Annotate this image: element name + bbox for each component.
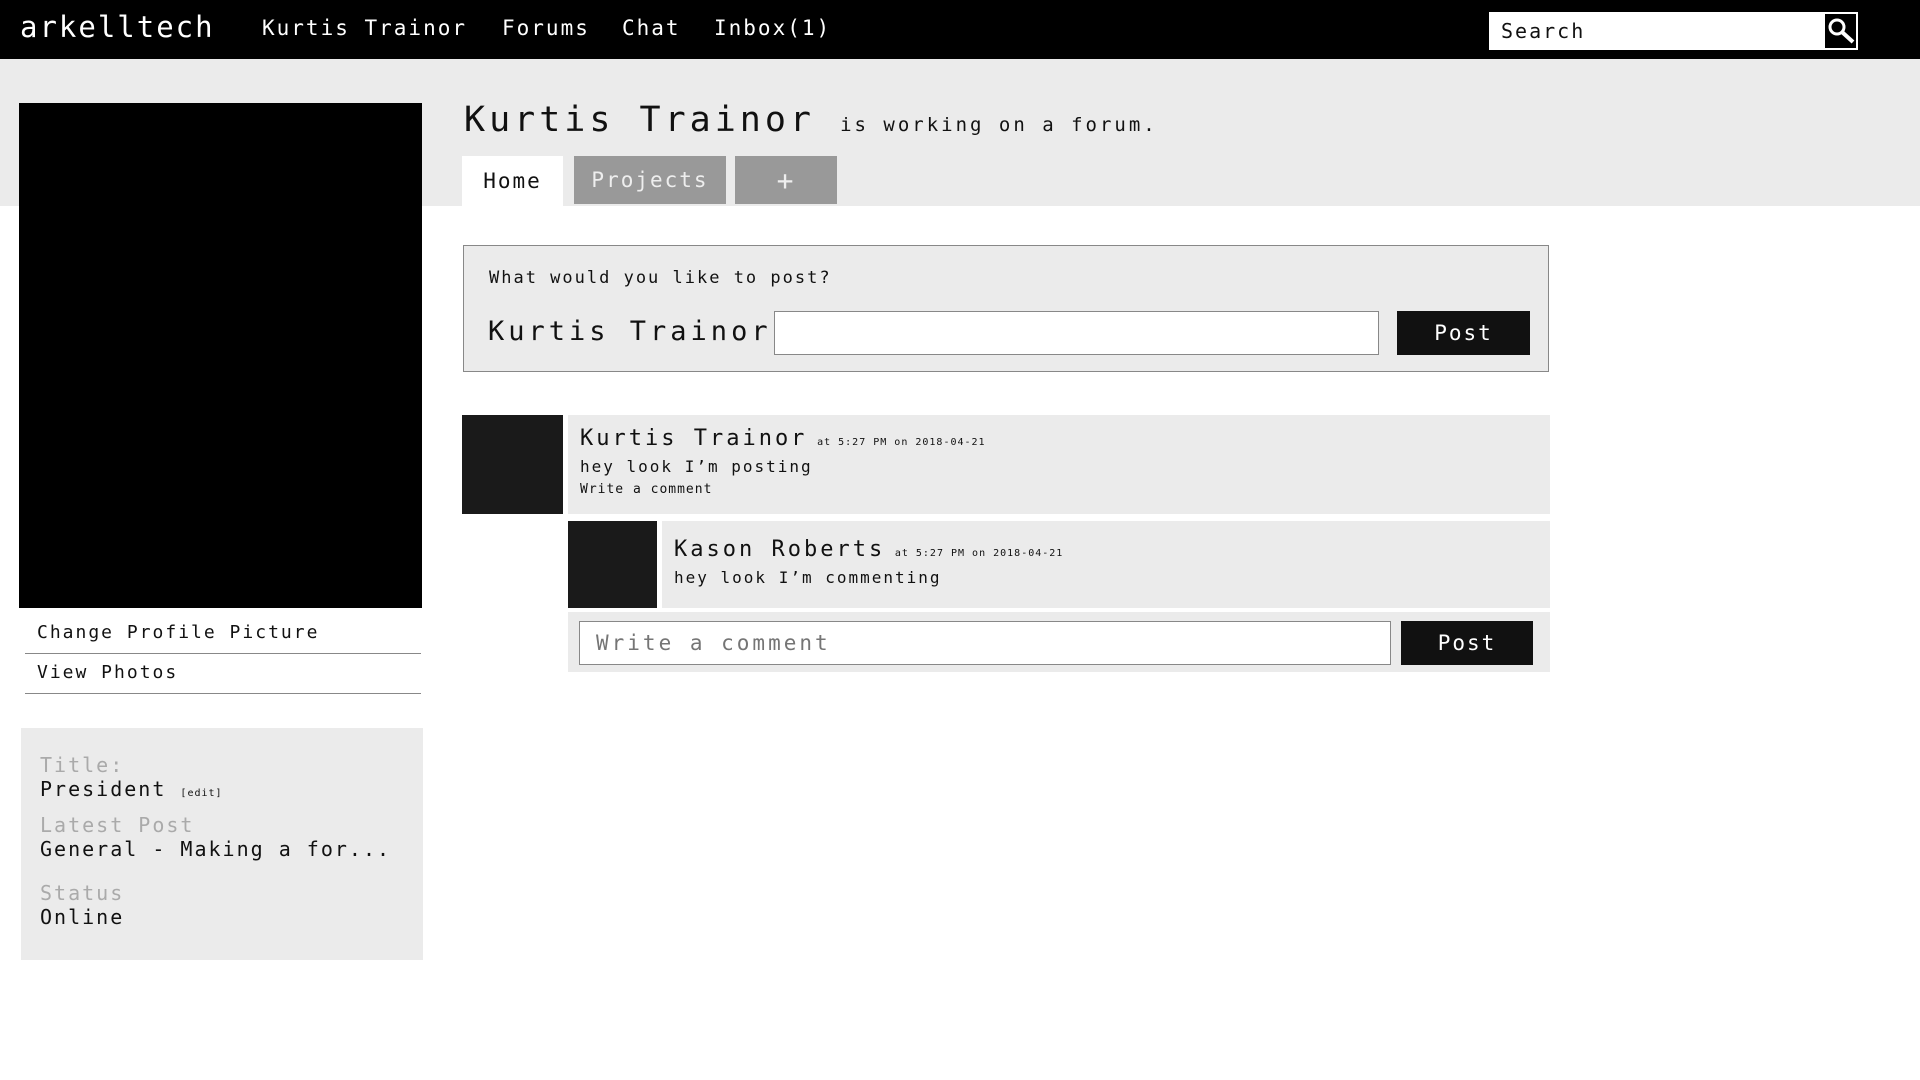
post-body: hey look I’m posting: [580, 457, 813, 476]
post-author[interactable]: Kurtis Trainor: [580, 426, 807, 451]
comment-post-button[interactable]: Post: [1401, 621, 1533, 665]
magnifier-icon: [1828, 18, 1854, 44]
user-status: is working on a forum.: [840, 114, 1158, 136]
avatar: [462, 415, 563, 514]
status-label: Status: [40, 881, 125, 905]
logo[interactable]: arkelltech: [20, 10, 215, 44]
comment-input[interactable]: [579, 621, 1391, 665]
tab-projects[interactable]: Projects: [574, 156, 726, 204]
post-card: Kurtis Trainor at 5:27 PM on 2018-04-21 …: [568, 415, 1550, 514]
change-profile-picture-link[interactable]: Change Profile Picture: [25, 614, 421, 654]
status-value: Online: [40, 905, 125, 929]
add-tab-button[interactable]: +: [735, 156, 837, 204]
profile-info-panel: Title: President [edit] Latest Post Gene…: [21, 728, 423, 960]
latest-post-label: Latest Post: [40, 813, 195, 837]
comment-body: hey look I’m commenting: [674, 568, 942, 587]
post-button[interactable]: Post: [1397, 311, 1530, 355]
nav-chat[interactable]: Chat: [622, 16, 681, 40]
post-input[interactable]: [774, 311, 1379, 355]
comment-form: Post: [568, 612, 1550, 672]
tab-home[interactable]: Home: [462, 156, 563, 206]
profile-picture: [19, 103, 422, 608]
title-value: President: [40, 777, 167, 801]
view-photos-link[interactable]: View Photos: [25, 654, 421, 694]
edit-title-link[interactable]: [edit]: [180, 788, 222, 799]
nav-profile[interactable]: Kurtis Trainor: [262, 16, 467, 40]
nav-inbox[interactable]: Inbox(1): [714, 16, 831, 40]
post-composer: What would you like to post? Kurtis Trai…: [463, 245, 1549, 372]
avatar: [568, 521, 657, 608]
comment-timestamp: at 5:27 PM on 2018-04-21: [894, 548, 1064, 559]
post-timestamp: at 5:27 PM on 2018-04-21: [817, 437, 986, 448]
composer-name: Kurtis Trainor: [488, 316, 772, 347]
nav-forums[interactable]: Forums: [502, 16, 590, 40]
write-comment-link[interactable]: Write a comment: [580, 482, 1538, 497]
search-input[interactable]: [1489, 12, 1823, 50]
comment-card: Kason Roberts at 5:27 PM on 2018-04-21 h…: [662, 521, 1550, 608]
top-nav-bar: arkelltech Kurtis Trainor Forums Chat In…: [0, 0, 1920, 59]
latest-post-value[interactable]: General - Making a for...: [40, 837, 404, 861]
composer-prompt: What would you like to post?: [489, 268, 832, 288]
comment-author[interactable]: Kason Roberts: [674, 537, 885, 562]
search-button[interactable]: [1823, 12, 1858, 50]
title-label: Title:: [40, 753, 125, 777]
page-title: Kurtis Trainor is working on a forum.: [464, 100, 1158, 140]
user-name: Kurtis Trainor: [464, 100, 816, 140]
